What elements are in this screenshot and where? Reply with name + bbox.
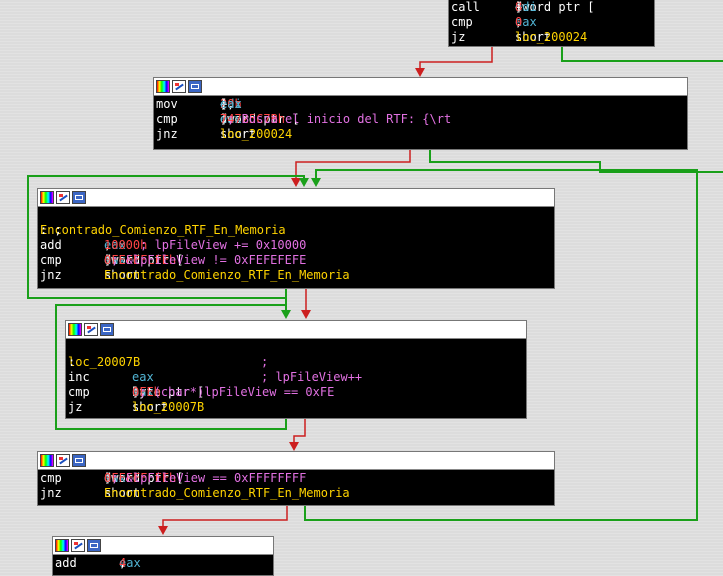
color-icon[interactable] — [156, 80, 170, 93]
group-icon[interactable] — [188, 80, 202, 93]
asm-line[interactable]: jnz short loc_200024 — [156, 127, 687, 142]
asm-line[interactable]: jnz short Encontrado_Comienzo_RTF_En_Mem… — [40, 486, 554, 501]
branch-target-link[interactable]: Encontrado_Comienzo_RTF_En_Memoria — [104, 268, 350, 283]
edge-block0-to-block1 — [415, 46, 493, 77]
asm-line[interactable]: cmp eax, 0 — [451, 15, 654, 30]
block-titlebar — [38, 452, 554, 470]
color-icon[interactable] — [40, 454, 54, 467]
mnemonic: cmp — [40, 471, 62, 485]
graph-icon[interactable] — [172, 80, 186, 93]
block-titlebar — [38, 189, 554, 207]
branch-target-link[interactable]: Encontrado_Comienzo_RTF_En_Memoria — [104, 486, 350, 501]
asm-line[interactable]: jnz short Encontrado_Comienzo_RTF_En_Mem… — [40, 268, 554, 283]
branch-target-link[interactable]: loc_200024 — [515, 30, 587, 45]
graph-icon[interactable] — [84, 323, 98, 336]
mnemonic: cmp — [68, 385, 90, 399]
mnemonic: jnz — [40, 486, 62, 500]
edge-block1-to-block2-false — [291, 149, 411, 187]
block-titlebar — [66, 321, 526, 339]
asm-line[interactable]: add eax, 4 — [55, 556, 273, 571]
mnemonic: add — [40, 238, 62, 252]
comment: ; (char*)lpFileView == 0xFE — [132, 385, 335, 399]
block-label-line[interactable]: loc_20007B: ; — [68, 355, 526, 370]
code-label[interactable]: Encontrado_Comienzo_RTF_En_Memoria — [40, 223, 286, 238]
mnemonic: add — [55, 556, 77, 570]
graph-icon[interactable] — [71, 539, 85, 552]
operand: ] — [515, 0, 523, 14]
group-icon[interactable] — [100, 323, 114, 336]
block-titlebar — [154, 78, 687, 96]
comment: ; &lpFileView == 0xFFFFFFFF — [104, 471, 307, 485]
edge-block4-to-block5 — [158, 505, 288, 535]
block-titlebar — [53, 537, 273, 555]
label-suffix: : ; — [40, 223, 62, 237]
asm-line[interactable]: cmp byte ptr [eax], 0FEh ; (char*)lpFile… — [68, 385, 526, 400]
block-label-line[interactable]: Encontrado_Comienzo_RTF_En_Memoria: ; — [40, 223, 554, 238]
comment: ; lpFileView += 0x10000 — [104, 238, 307, 252]
asm-line[interactable]: jz short loc_200024 — [451, 30, 654, 45]
mnemonic: inc — [68, 370, 90, 384]
mnemonic: jz — [451, 30, 466, 44]
mnemonic: cmp — [451, 15, 473, 29]
comment: ; lpFileView++ — [261, 370, 363, 384]
color-icon[interactable] — [68, 323, 82, 336]
mnemonic: mov — [156, 97, 178, 111]
comment: ; — [261, 355, 269, 369]
code-block-0[interactable]: call dword ptr [edi +8] cmp eax, 0 jz sho… — [448, 0, 655, 47]
code-block-5[interactable]: add eax, 4 — [52, 536, 274, 576]
mnemonic: cmp — [40, 253, 62, 267]
edge-block2-to-block3-false — [301, 289, 311, 319]
branch-target-link[interactable]: loc_200024 — [220, 127, 292, 142]
graph-icon[interactable] — [56, 191, 70, 204]
asm-line[interactable]: cmp dword ptr [eax], 0FFFFFFFFh ; &lpFil… — [40, 471, 554, 486]
mnemonic: jnz — [40, 268, 62, 282]
code-block-2[interactable]: Encontrado_Comienzo_RTF_En_Memoria: ; ad… — [37, 188, 555, 289]
comment: ; &lpFileView != 0xFEFEFEFE — [104, 253, 307, 267]
register: eax — [220, 97, 242, 111]
number: 4 — [119, 556, 127, 570]
mnemonic: jz — [68, 400, 83, 414]
mnemonic: call — [451, 0, 480, 14]
code-block-3[interactable]: loc_20007B: ; inc eax ; lpFileView++ cmp… — [65, 320, 527, 419]
code-block-1[interactable]: mov [edi +20h], eax cmp dword ptr [eax], … — [153, 77, 688, 150]
edge-block1-true — [429, 149, 723, 173]
register: eax — [132, 370, 154, 384]
asm-line[interactable]: cmp dword ptr [eax], 0FEFEFEFEh ; &lpFil… — [40, 253, 554, 268]
asm-line[interactable]: jz short loc_20007B — [68, 400, 526, 415]
asm-line[interactable]: inc eax ; lpFileView++ — [68, 370, 526, 385]
edge-block0-jz-target — [561, 46, 723, 62]
asm-line[interactable]: call dword ptr [edi +8] — [451, 0, 654, 15]
mnemonic: jnz — [156, 127, 178, 141]
color-icon[interactable] — [55, 539, 69, 552]
asm-line[interactable]: cmp dword ptr [eax], 74725C7Bh ; Busca e… — [156, 112, 687, 127]
mnemonic: cmp — [156, 112, 178, 126]
number: 0 — [515, 15, 523, 29]
edge-block3-to-block4 — [289, 418, 306, 451]
code-label[interactable]: loc_20007B — [68, 355, 140, 370]
asm-line[interactable]: add eax, 10000h ; lpFileView += 0x10000 — [40, 238, 554, 253]
color-icon[interactable] — [40, 191, 54, 204]
group-icon[interactable] — [87, 539, 101, 552]
group-icon[interactable] — [72, 191, 86, 204]
code-block-4[interactable]: cmp dword ptr [eax], 0FFFFFFFFh ; &lpFil… — [37, 451, 555, 506]
group-icon[interactable] — [72, 454, 86, 467]
asm-line[interactable]: mov [edi +20h], eax — [156, 97, 687, 112]
comment: ; Busca el inicio del RTF: {\rt — [220, 112, 452, 126]
graph-icon[interactable] — [56, 454, 70, 467]
branch-target-link[interactable]: loc_20007B — [132, 400, 204, 415]
label-suffix: : — [68, 355, 76, 369]
